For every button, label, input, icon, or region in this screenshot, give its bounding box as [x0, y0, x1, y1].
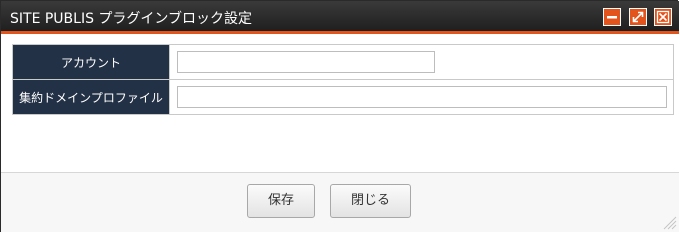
domain-profile-value-cell	[169, 79, 674, 115]
close-button[interactable]	[654, 8, 672, 26]
dialog-footer: 保存 閉じる	[1, 172, 679, 232]
dialog-titlebar[interactable]: SITE PUBLIS プラグインブロック設定	[1, 1, 679, 34]
account-label: アカウント	[12, 44, 170, 80]
form-row-domain-profile: 集約ドメインプロファイル	[12, 79, 674, 115]
maximize-button[interactable]	[629, 8, 647, 26]
form-row-account: アカウント	[12, 44, 674, 80]
settings-form-table: アカウント 集約ドメインプロファイル	[12, 44, 674, 115]
close-icon	[656, 10, 670, 24]
account-input[interactable]	[177, 51, 435, 73]
account-value-cell	[169, 44, 674, 80]
save-button[interactable]: 保存	[247, 184, 315, 218]
domain-profile-input[interactable]	[177, 86, 667, 108]
dialog-title: SITE PUBLIS プラグインブロック設定	[10, 11, 253, 27]
minimize-button[interactable]	[603, 8, 621, 26]
plugin-settings-dialog: SITE PUBLIS プラグインブロック設定 アカウント 集約ドメインプロファ…	[0, 0, 679, 232]
minimize-icon	[607, 16, 617, 19]
close-dialog-button[interactable]: 閉じる	[330, 184, 411, 218]
resize-grip-icon[interactable]	[661, 214, 677, 230]
domain-profile-label: 集約ドメインプロファイル	[12, 79, 170, 115]
dialog-content: アカウント 集約ドメインプロファイル	[1, 34, 679, 172]
maximize-icon	[632, 11, 644, 23]
